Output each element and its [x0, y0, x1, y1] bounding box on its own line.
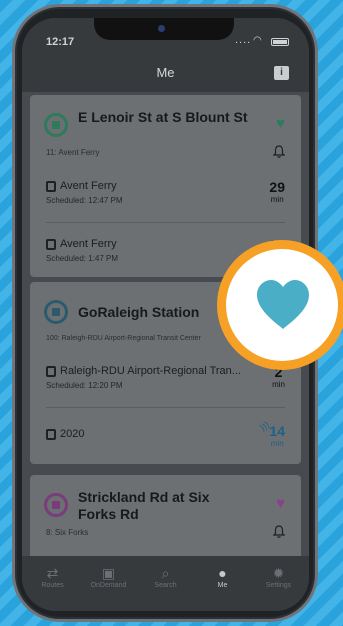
minutes-unit: min: [270, 195, 284, 204]
heart-icon: [257, 280, 309, 329]
tab-ondemand[interactable]: ▣ OnDemand: [80, 564, 137, 589]
bus-icon: [46, 239, 56, 250]
arrival-scheduled: Scheduled: 1:47 PM: [46, 254, 119, 263]
arrival-row[interactable]: Avent Ferry Scheduled: 12:47 PM 29 min: [46, 179, 287, 213]
bell-icon[interactable]: [273, 145, 285, 158]
bus-icon: [46, 181, 56, 192]
row-divider: [46, 407, 285, 408]
bus-icon: [46, 366, 56, 377]
routes-icon: ⇄: [46, 565, 59, 581]
wifi-icon: ◠: [253, 35, 262, 46]
stop-purple-icon: [44, 493, 68, 517]
person-icon: ●: [218, 565, 227, 581]
arrival-route: Avent Ferry: [60, 180, 117, 192]
stop-name: E Lenoir St at S Blount St: [78, 109, 248, 125]
nav-bar: Me i: [22, 58, 309, 92]
stop-blue-icon: [44, 300, 68, 324]
bus-icon: ▣: [101, 565, 116, 581]
stop-route-subtitle: 8: Six Forks: [46, 528, 89, 537]
page-title: Me: [156, 65, 175, 80]
tab-settings[interactable]: ✹ Settings: [250, 564, 307, 589]
arrival-minutes: 29 min: [269, 179, 285, 204]
arrival-route: Avent Ferry: [60, 238, 117, 250]
arrival-row[interactable]: Raleigh-RDU Airport-Regional Tran... Sch…: [46, 364, 287, 398]
search-icon: ⌕: [161, 565, 170, 581]
notch: [94, 18, 234, 40]
stop-card[interactable]: Strickland Rd at Six Forks Rd 8: Six For…: [30, 475, 301, 556]
gear-icon: ✹: [272, 565, 285, 581]
bus-icon: [46, 429, 56, 440]
tab-label: Me: [217, 582, 228, 589]
info-icon[interactable]: i: [274, 66, 289, 80]
arrival-scheduled: Scheduled: 12:20 PM: [46, 381, 123, 390]
favorite-callout: [217, 240, 343, 370]
camera-icon: [158, 25, 165, 32]
favorite-callout-inner: [226, 249, 338, 361]
arrival-route: Raleigh-RDU Airport-Regional Tran...: [60, 365, 241, 377]
tab-me[interactable]: ● Me: [194, 564, 251, 589]
bell-icon[interactable]: [273, 525, 285, 538]
tab-label: Settings: [265, 582, 292, 589]
tab-label: OnDemand: [90, 582, 127, 589]
tab-label: Routes: [41, 582, 64, 589]
arrival-scheduled: Scheduled: 12:47 PM: [46, 196, 123, 205]
minutes-unit: min: [270, 439, 284, 448]
arrival-minutes: 14 min: [269, 423, 285, 448]
minutes-unit: min: [272, 380, 285, 389]
row-divider: [46, 222, 285, 223]
favorite-heart-icon[interactable]: ♥: [276, 495, 285, 512]
minutes-value: 29: [269, 179, 285, 195]
arrival-row[interactable]: 2020 ))) 14 min: [46, 419, 287, 461]
tab-routes[interactable]: ⇄ Routes: [24, 564, 81, 589]
tab-label: Search: [154, 582, 177, 589]
battery-icon: [271, 38, 289, 46]
signal-dots: ....: [235, 34, 252, 46]
tab-search[interactable]: ⌕ Search: [137, 564, 194, 589]
favorite-heart-icon[interactable]: ♥: [276, 115, 285, 132]
stop-route-subtitle: 100: Raleigh-RDU Airport-Regional Transi…: [46, 335, 201, 342]
status-time: 12:17: [46, 36, 75, 48]
arrival-route: 2020: [60, 428, 85, 440]
stop-green-icon: [44, 113, 68, 137]
minutes-value: 14: [269, 423, 285, 439]
tab-bar: ⇄ Routes ▣ OnDemand ⌕ Search ● Me ✹ Sett…: [22, 556, 309, 611]
stop-name: Strickland Rd at Six Forks Rd: [78, 489, 210, 522]
stop-route-subtitle: 11: Avent Ferry: [46, 148, 100, 157]
